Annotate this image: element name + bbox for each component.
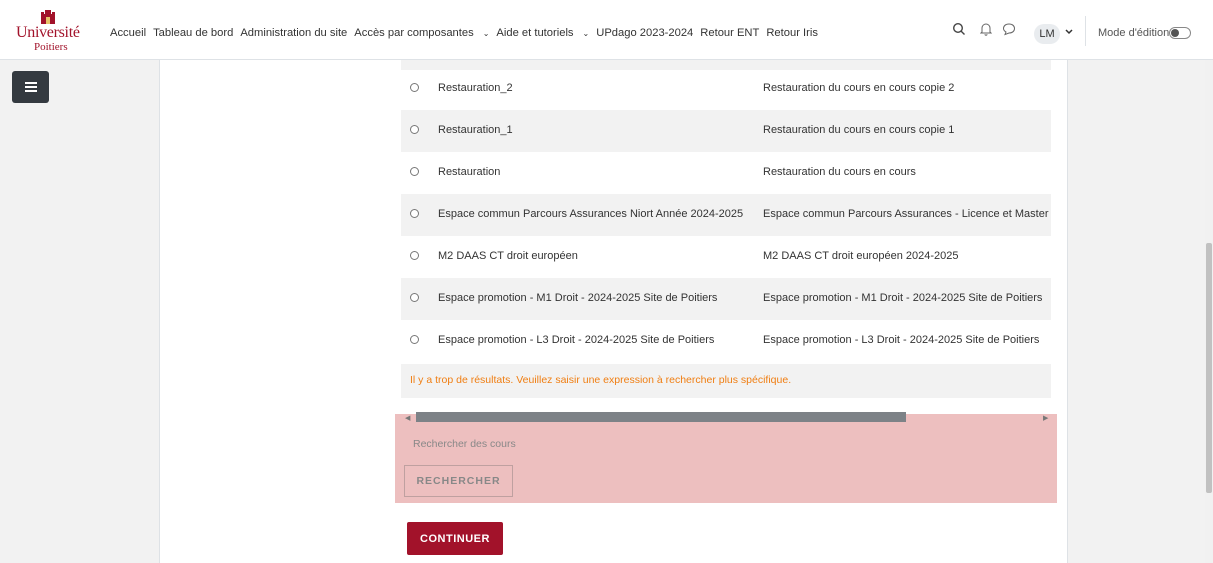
course-name: Espace promotion - L3 Droit - 2024-2025 … xyxy=(438,334,715,346)
course-name: M2 DAAS CT droit européen xyxy=(438,250,578,262)
continue-button[interactable]: CONTINUER xyxy=(407,522,503,555)
course-description: Espace commun Parcours Assurances - Lice… xyxy=(763,208,1051,220)
course-radio[interactable] xyxy=(410,209,419,218)
logo-text-line1: Université xyxy=(16,24,80,41)
table-row: M2 DAAS CT droit européen M2 DAAS CT dro… xyxy=(401,236,1051,278)
chevron-down-icon: ⌄ xyxy=(582,29,590,38)
course-radio[interactable] xyxy=(410,335,419,344)
left-drawer-area xyxy=(0,60,160,563)
user-avatar[interactable]: LM xyxy=(1034,24,1060,44)
edit-mode-toggle[interactable] xyxy=(1169,27,1191,39)
chat-icon[interactable] xyxy=(1002,22,1016,36)
course-radio[interactable] xyxy=(410,251,419,260)
open-drawer-button[interactable] xyxy=(12,71,49,103)
course-radio[interactable] xyxy=(410,293,419,302)
page-scrollbar-thumb[interactable] xyxy=(1206,243,1212,493)
nav-link-tableau-de-bord[interactable]: Tableau de bord xyxy=(153,27,233,39)
top-navbar: Université Poitiers Accueil Tableau de b… xyxy=(0,0,1213,60)
too-many-results-warning: Il y a trop de résultats. Veuillez saisi… xyxy=(401,364,1051,398)
course-name: Restauration xyxy=(438,166,501,178)
main-nav: Accueil Tableau de bord Administration d… xyxy=(110,27,825,39)
nav-divider xyxy=(1085,16,1086,46)
table-row: Restauration Restauration du cours en co… xyxy=(401,152,1051,194)
nav-dropdown-aide[interactable]: Aide et tutoriels ⌄ xyxy=(496,27,589,39)
hamburger-icon xyxy=(24,82,37,92)
chevron-down-icon: ⌄ xyxy=(482,29,490,38)
course-name: Espace commun Parcours Assurances Niort … xyxy=(438,208,744,220)
course-name: Restauration_2 xyxy=(438,82,513,94)
search-courses-input[interactable] xyxy=(403,432,703,456)
table-horizontal-scrollbar-thumb[interactable] xyxy=(416,412,906,422)
bell-icon[interactable] xyxy=(980,22,992,36)
table-row: Restauration_2 Restauration du cours en … xyxy=(401,68,1051,110)
chevron-down-icon[interactable] xyxy=(1065,29,1073,35)
table-row: Restauration_1 Restauration du cours en … xyxy=(401,110,1051,152)
course-name: Restauration_1 xyxy=(438,124,513,136)
course-radio[interactable] xyxy=(410,125,419,134)
course-description: M2 DAAS CT droit européen 2024-2025 xyxy=(763,250,959,262)
course-description: Restauration du cours en cours copie 2 xyxy=(763,82,955,94)
search-icon[interactable] xyxy=(952,22,966,36)
course-description: Restauration du cours en cours xyxy=(763,166,916,178)
search-button[interactable]: RECHERCHER xyxy=(404,465,513,497)
crest-logo xyxy=(41,10,55,24)
course-radio[interactable] xyxy=(410,83,419,92)
nav-dropdown-aide-label: Aide et tutoriels xyxy=(496,27,574,39)
course-name: Espace promotion - M1 Droit - 2024-2025 … xyxy=(438,292,718,304)
edit-mode-label: Mode d'édition xyxy=(1098,27,1170,39)
nav-link-administration[interactable]: Administration du site xyxy=(240,27,347,39)
nav-icons xyxy=(952,22,1016,36)
nav-dropdown-composantes[interactable]: Accès par composantes ⌄ xyxy=(354,27,489,39)
right-drawer-area xyxy=(1067,60,1205,563)
course-description: Espace promotion - L3 Droit - 2024-2025 … xyxy=(763,334,1040,346)
logo-text-line2: Poitiers xyxy=(34,41,68,53)
nav-link-retour-ent[interactable]: Retour ENT xyxy=(700,27,759,39)
course-description: Restauration du cours en cours copie 1 xyxy=(763,124,955,136)
university-logo[interactable]: Université Poitiers xyxy=(12,8,86,53)
nav-link-updago[interactable]: UPdago 2023-2024 xyxy=(596,27,693,39)
scroll-left-arrow-icon[interactable]: ◀ xyxy=(405,414,410,422)
page-scrollbar[interactable] xyxy=(1205,60,1213,563)
nav-link-accueil[interactable]: Accueil xyxy=(110,27,146,39)
table-row: Espace promotion - L3 Droit - 2024-2025 … xyxy=(401,320,1051,362)
table-row: Espace promotion - M1 Droit - 2024-2025 … xyxy=(401,278,1051,320)
table-horizontal-scrollbar[interactable]: ◀ ▶ xyxy=(403,412,1053,424)
table-row: Espace commun Parcours Assurances Niort … xyxy=(401,194,1051,236)
course-radio[interactable] xyxy=(410,167,419,176)
scroll-right-arrow-icon[interactable]: ▶ xyxy=(1043,414,1048,422)
course-description: Espace promotion - M1 Droit - 2024-2025 … xyxy=(763,292,1043,304)
nav-dropdown-composantes-label: Accès par composantes xyxy=(354,27,474,39)
nav-link-retour-iris[interactable]: Retour Iris xyxy=(766,27,818,39)
